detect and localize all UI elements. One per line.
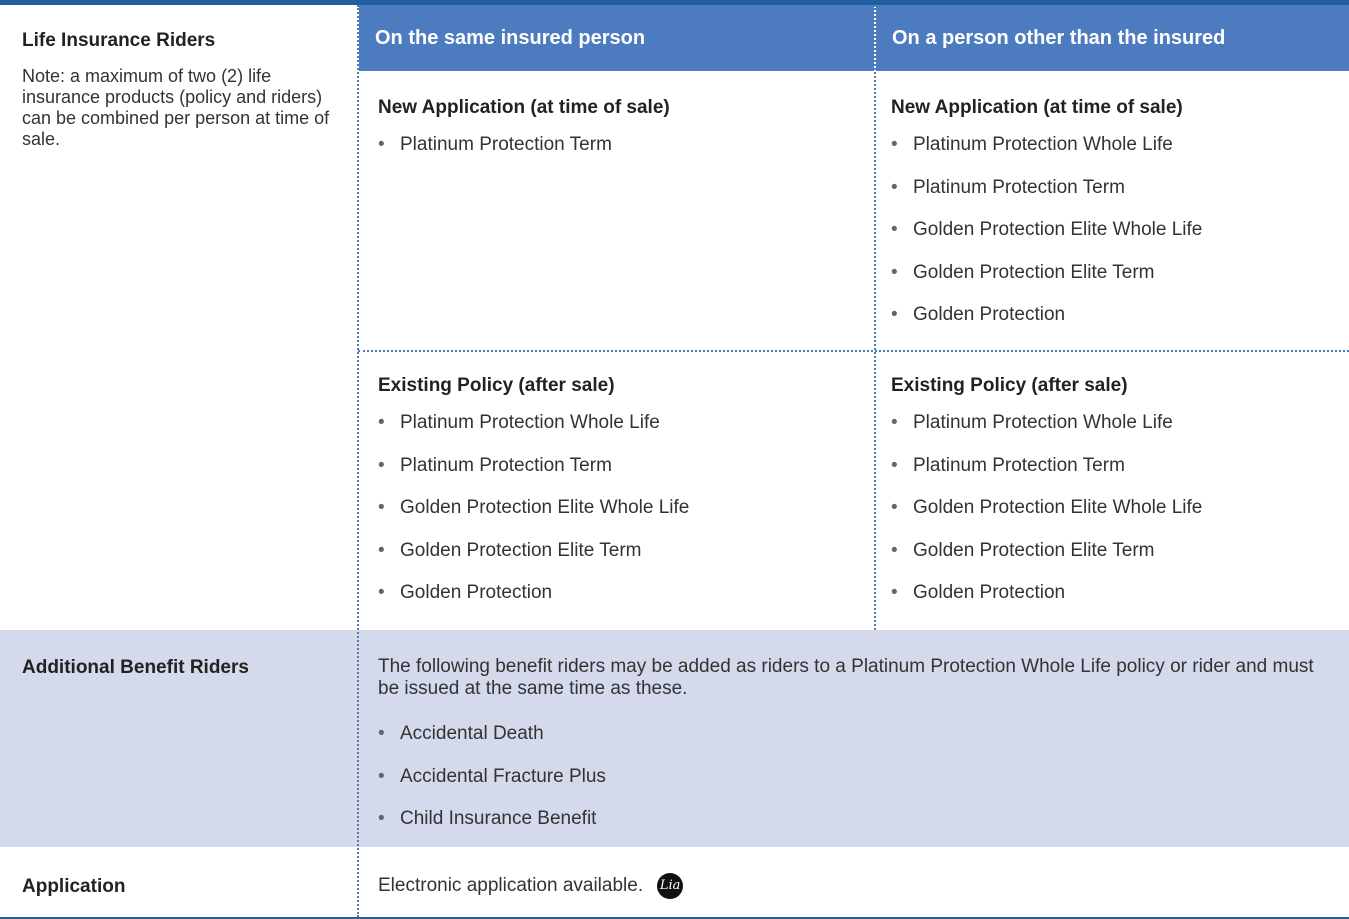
application-label-cell: Application	[0, 876, 357, 898]
list-item-text: Child Insurance Benefit	[400, 808, 597, 829]
list-item-text: Platinum Protection Term	[400, 134, 612, 155]
list-item-text: Golden Protection	[400, 582, 553, 603]
list-item: • Golden Protection Elite Whole Life	[891, 219, 1349, 262]
list-item: • Platinum Protection Term	[891, 177, 1349, 220]
list-item-text: Accidental Death	[400, 723, 544, 744]
list-item: • Platinum Protection Term	[891, 455, 1349, 498]
column-divider-middle	[874, 5, 876, 630]
list-item-text: Platinum Protection Whole Life	[400, 412, 660, 433]
same-new-heading: New Application (at time of sale)	[378, 97, 670, 118]
bullet-icon: •	[378, 765, 385, 787]
list-item-text: Golden Protection Elite Term	[913, 261, 1155, 283]
additional-riders-content-cell: The following benefit riders may be adde…	[358, 656, 1349, 851]
list-item-text: Platinum Protection Whole Life	[913, 134, 1173, 155]
list-item-text: Golden Protection Elite Whole Life	[913, 219, 1203, 240]
list-item: • Platinum Protection Whole Life	[891, 134, 1349, 177]
list-item: • Platinum Protection Term	[378, 134, 874, 177]
bullet-icon: •	[891, 539, 898, 561]
other-new-list: • Platinum Protection Whole Life • Platinu…	[891, 134, 1349, 347]
list-item-text: Platinum Protection Term	[913, 176, 1125, 198]
additional-riders-list: • Accidental Death • Accidental Fracture P…	[378, 723, 1349, 851]
other-existing-heading: Existing Policy (after sale)	[891, 375, 1128, 396]
bullet-icon: •	[891, 582, 898, 603]
same-existing-policy-cell: Existing Policy (after sale) • Platinum P…	[358, 375, 874, 625]
list-item-text: Platinum Protection Term	[400, 454, 612, 476]
bullet-icon: •	[891, 454, 898, 476]
life-riders-note: Note: a maximum of two (2) life insuranc…	[22, 66, 330, 149]
bullet-icon: •	[378, 723, 385, 744]
column-divider-left	[357, 5, 359, 917]
life-riders-title: Life Insurance Riders	[22, 30, 216, 51]
application-title: Application	[22, 876, 126, 897]
bullet-icon: •	[378, 454, 385, 476]
list-item: • Child Insurance Benefit	[378, 808, 1349, 851]
application-content-cell: Electronic application available. Lia	[358, 871, 1349, 901]
bullet-icon: •	[891, 261, 898, 283]
bullet-icon: •	[378, 412, 385, 433]
list-item: • Golden Protection Elite Whole Life	[378, 497, 874, 540]
list-item: • Golden Protection Elite Term	[378, 540, 874, 583]
list-item: • Golden Protection Elite Whole Life	[891, 497, 1349, 540]
list-item: • Accidental Death	[378, 723, 1349, 766]
list-item: • Golden Protection Elite Term	[891, 262, 1349, 305]
column-header-same-label: On the same insured person	[375, 27, 646, 49]
bullet-icon: •	[891, 412, 898, 433]
bullet-icon: •	[891, 497, 898, 518]
list-item: • Platinum Protection Term	[378, 455, 874, 498]
bullet-icon: •	[891, 134, 898, 155]
additional-riders-description: The following benefit riders may be adde…	[378, 656, 1314, 699]
list-item-text: Golden Protection	[913, 582, 1066, 603]
list-item-text: Golden Protection Elite Term	[913, 539, 1155, 561]
list-item: • Golden Protection	[891, 582, 1349, 625]
other-new-application-cell: New Application (at time of sale) • Plati…	[871, 97, 1349, 347]
list-item: • Platinum Protection Whole Life	[891, 412, 1349, 455]
bullet-icon: •	[891, 219, 898, 240]
other-existing-policy-cell: Existing Policy (after sale) • Platinum P…	[871, 375, 1349, 625]
application-text: Electronic application available.	[378, 875, 644, 896]
list-item-text: Golden Protection	[913, 304, 1066, 325]
other-existing-list: • Platinum Protection Whole Life • Platinu…	[891, 412, 1349, 625]
additional-riders-title: Additional Benefit Riders	[22, 657, 249, 678]
same-existing-list: • Platinum Protection Whole Life • Platinu…	[378, 412, 874, 625]
bullet-icon: •	[891, 176, 898, 198]
list-item-text: Golden Protection Elite Whole Life	[913, 497, 1203, 518]
bullet-icon: •	[378, 497, 385, 518]
additional-riders-label-cell: Additional Benefit Riders	[0, 657, 357, 679]
list-item: • Golden Protection	[378, 582, 874, 625]
column-header-same-insured: On the same insured person	[359, 5, 874, 71]
same-new-list: • Platinum Protection Term	[378, 134, 874, 177]
list-item-text: Platinum Protection Term	[913, 454, 1125, 476]
other-new-heading: New Application (at time of sale)	[891, 97, 1183, 118]
row-divider-new-existing	[358, 350, 1349, 352]
list-item: • Accidental Fracture Plus	[378, 766, 1349, 809]
list-item-text: Golden Protection Elite Term	[400, 539, 642, 561]
bullet-icon: •	[378, 808, 385, 829]
column-header-other-label: On a person other than the insured	[892, 27, 1226, 49]
lia-logo-icon: Lia	[657, 872, 684, 899]
list-item-text: Platinum Protection Whole Life	[913, 412, 1173, 433]
same-new-application-cell: New Application (at time of sale) • Plati…	[358, 97, 874, 177]
list-item-text: Accidental Fracture Plus	[400, 765, 606, 787]
life-riders-label-cell: Life Insurance Riders Note: a maximum of…	[0, 30, 357, 150]
same-existing-heading: Existing Policy (after sale)	[378, 375, 615, 396]
list-item: • Golden Protection	[891, 304, 1349, 347]
list-item-text: Golden Protection Elite Whole Life	[400, 497, 690, 518]
bullet-icon: •	[891, 304, 898, 325]
bullet-icon: •	[378, 134, 385, 155]
list-item: • Platinum Protection Whole Life	[378, 412, 874, 455]
column-header-other-person: On a person other than the insured	[876, 5, 1349, 71]
list-item: • Golden Protection Elite Term	[891, 540, 1349, 583]
bullet-icon: •	[378, 539, 385, 561]
bullet-icon: •	[378, 582, 385, 603]
